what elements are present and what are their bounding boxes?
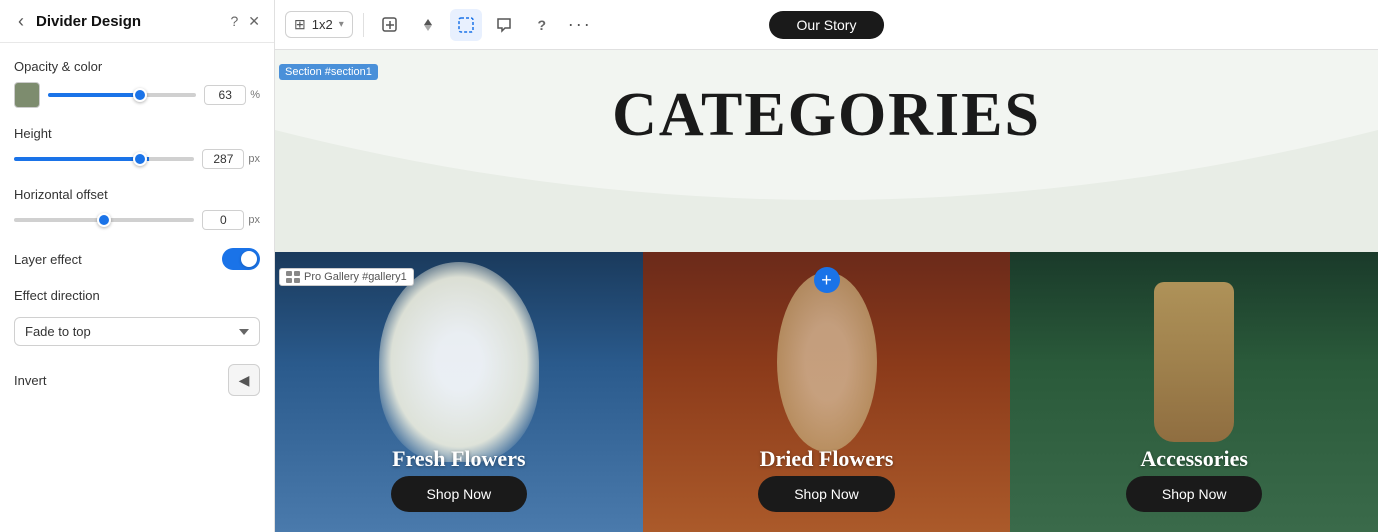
opacity-value-input[interactable] — [204, 85, 246, 105]
height-slider-container — [14, 157, 194, 161]
help-button[interactable]: ? — [230, 13, 238, 29]
canvas-area: ⊞ 1x2 ▾ — [275, 0, 1378, 532]
invert-button[interactable]: ◀ — [228, 364, 260, 396]
arrange-button[interactable] — [412, 9, 444, 41]
gallery-tag: Pro Gallery #gallery1 — [279, 268, 414, 286]
canvas-content: Section #section1 CATEGORIES + Pro Galle… — [275, 50, 1378, 532]
effect-direction-select[interactable]: Fade to top Fade to bottom Fade to cente… — [14, 317, 260, 346]
offset-value-group: px — [202, 210, 260, 230]
select-button[interactable] — [450, 9, 482, 41]
gallery-tag-label: Pro Gallery #gallery1 — [304, 271, 407, 283]
fresh-flowers-shop-button[interactable]: Shop Now — [391, 476, 528, 512]
gallery-icon — [286, 271, 300, 283]
accessories-shop-button[interactable]: Shop Now — [1126, 476, 1263, 512]
opacity-slider[interactable] — [48, 93, 196, 97]
invert-section: Invert ◀ — [14, 364, 260, 396]
fresh-flowers-label: Fresh Flowers — [275, 446, 643, 472]
toolbar: ⊞ 1x2 ▾ — [275, 0, 1378, 50]
color-swatch[interactable] — [14, 82, 40, 108]
height-unit: px — [248, 153, 260, 165]
opacity-color-row: % — [14, 82, 260, 108]
left-panel: ‹ Divider Design ? ✕ Opacity & color % — [0, 0, 275, 532]
grid-label: 1x2 — [312, 17, 333, 32]
offset-unit: px — [248, 214, 260, 226]
dried-flowers-label: Dried Flowers — [643, 446, 1011, 472]
grid-select[interactable]: ⊞ 1x2 ▾ — [285, 11, 353, 38]
invert-label: Invert — [14, 373, 47, 388]
opacity-value-group: % — [204, 85, 260, 105]
gallery-item-dried-flowers: Dried Flowers Shop Now — [643, 252, 1011, 532]
nav-pill[interactable]: Our Story — [769, 11, 885, 39]
vase-decoration — [1154, 282, 1234, 442]
offset-label: Horizontal offset — [14, 187, 260, 202]
grid-icon: ⊞ — [294, 16, 306, 33]
dried-flower-decoration — [777, 272, 877, 452]
opacity-color-label: Opacity & color — [14, 59, 260, 74]
height-label: Height — [14, 126, 260, 141]
add-panel-icon — [382, 17, 398, 33]
help-button-toolbar[interactable]: ? — [526, 9, 558, 41]
offset-value-input[interactable] — [202, 210, 244, 230]
opacity-slider-container — [48, 93, 196, 97]
categories-area: CATEGORIES — [275, 50, 1378, 161]
offset-section: Horizontal offset px — [14, 187, 260, 230]
height-value-group: px — [202, 149, 260, 169]
layer-effect-row: Layer effect — [14, 248, 260, 270]
layer-effect-section: Layer effect — [14, 248, 260, 270]
comment-icon — [496, 17, 512, 33]
help-icon-toolbar: ? — [537, 17, 546, 33]
categories-heading: CATEGORIES — [612, 80, 1041, 151]
more-icon: ··· — [568, 14, 592, 35]
layer-effect-label: Layer effect — [14, 252, 82, 267]
accessories-label: Accessories — [1010, 446, 1378, 472]
arrange-icon — [420, 17, 436, 33]
offset-slider-container — [14, 218, 194, 222]
panel-body: Opacity & color % Height — [0, 43, 274, 532]
height-section: Height px — [14, 126, 260, 169]
close-button[interactable]: ✕ — [248, 13, 260, 30]
flower-decoration-3 — [1010, 252, 1378, 472]
effect-direction-section: Effect direction Fade to top Fade to bot… — [14, 288, 260, 346]
dried-flowers-shop-button[interactable]: Shop Now — [758, 476, 895, 512]
white-flower-decoration — [379, 262, 539, 462]
select-icon — [458, 17, 474, 33]
opacity-color-section: Opacity & color % — [14, 59, 260, 108]
more-options-button[interactable]: ··· — [564, 9, 596, 41]
back-button[interactable]: ‹ — [14, 10, 28, 32]
height-slider[interactable] — [14, 157, 194, 161]
comment-button[interactable] — [488, 9, 520, 41]
add-panel-button[interactable] — [374, 9, 406, 41]
grid-chevron-icon: ▾ — [339, 19, 344, 30]
header-icons: ? ✕ — [230, 13, 260, 30]
offset-slider[interactable] — [14, 218, 194, 222]
panel-header: ‹ Divider Design ? ✕ — [0, 0, 274, 43]
height-row: px — [14, 149, 260, 169]
toolbar-divider-1 — [363, 13, 364, 37]
add-button[interactable]: + — [814, 267, 840, 293]
offset-row: px — [14, 210, 260, 230]
gallery-grid: Fresh Flowers Shop Now Dried Flowers Sho… — [275, 252, 1378, 532]
panel-title: Divider Design — [36, 13, 222, 30]
opacity-unit: % — [250, 89, 260, 101]
layer-effect-toggle[interactable] — [222, 248, 260, 270]
height-value-input[interactable] — [202, 149, 244, 169]
gallery-item-accessories: Accessories Shop Now — [1010, 252, 1378, 532]
gallery-item-fresh-flowers: Fresh Flowers Shop Now — [275, 252, 643, 532]
toolbar-left: ⊞ 1x2 ▾ — [285, 9, 596, 41]
section-tag: Section #section1 — [279, 64, 378, 80]
effect-direction-label: Effect direction — [14, 288, 260, 303]
